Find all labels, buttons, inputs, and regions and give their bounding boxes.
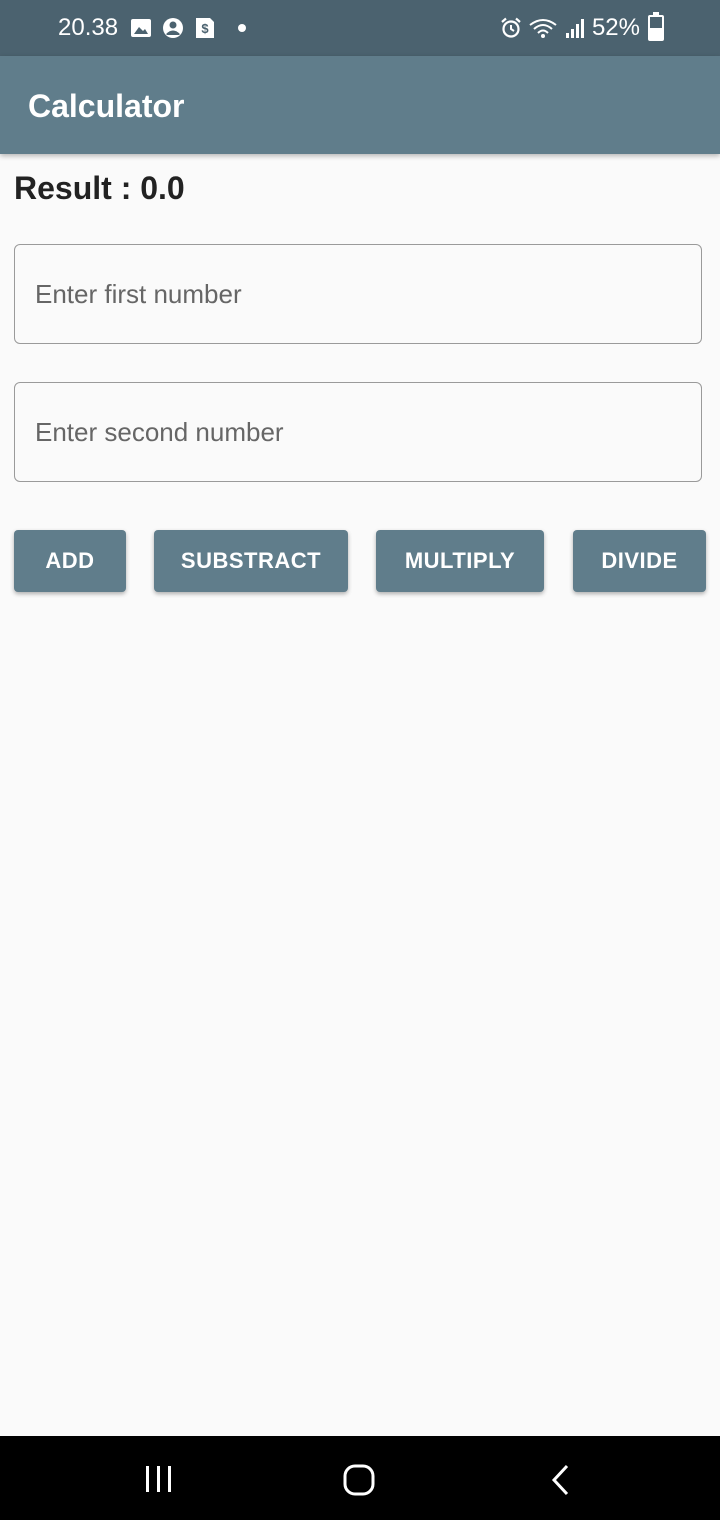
status-bar: 20.38 $ 52% bbox=[0, 0, 720, 56]
second-number-input[interactable] bbox=[14, 382, 702, 482]
app-title: Calculator bbox=[28, 88, 185, 124]
svg-text:$: $ bbox=[201, 21, 209, 36]
signal-icon bbox=[565, 19, 584, 38]
recent-apps-icon[interactable] bbox=[144, 1464, 174, 1494]
divide-button[interactable]: DIVIDE bbox=[573, 530, 706, 592]
battery-icon bbox=[648, 12, 664, 41]
notification-dot bbox=[238, 24, 246, 32]
result-label: Result : 0.0 bbox=[14, 170, 185, 206]
app-bar: Calculator bbox=[0, 56, 720, 154]
alarm-icon bbox=[501, 17, 521, 38]
multiply-button[interactable]: MULTIPLY bbox=[376, 530, 544, 592]
account-circle-icon bbox=[163, 18, 183, 38]
status-time: 20.38 bbox=[58, 14, 119, 41]
first-number-input[interactable] bbox=[14, 244, 702, 344]
image-icon bbox=[131, 19, 151, 37]
home-icon[interactable] bbox=[343, 1464, 375, 1496]
wifi-icon bbox=[529, 19, 557, 38]
subtract-button[interactable]: SUBSTRACT bbox=[154, 530, 348, 592]
navigation-bar bbox=[0, 1436, 720, 1520]
status-notification-icons: $ bbox=[130, 17, 246, 39]
dollar-app-icon: $ bbox=[196, 18, 214, 38]
back-icon[interactable] bbox=[550, 1464, 572, 1496]
battery-level-fill bbox=[650, 27, 662, 39]
battery-percentage: 52% bbox=[591, 14, 640, 41]
add-button[interactable]: ADD bbox=[14, 530, 126, 592]
status-system-icons: 52% bbox=[500, 12, 664, 42]
